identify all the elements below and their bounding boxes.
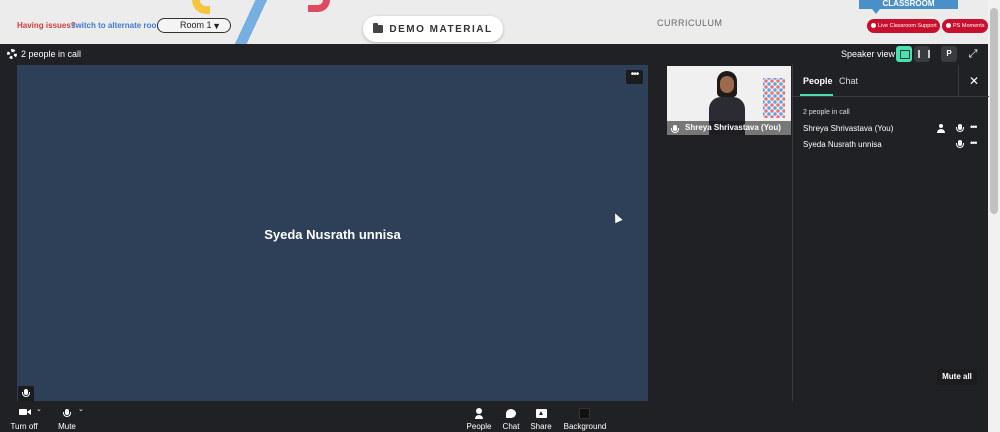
mute-label: Mute <box>58 422 76 431</box>
pin-icon[interactable] <box>936 124 946 134</box>
top-bar: Having issues? switch to alternate room … <box>0 0 988 44</box>
participant-name: Shreya Shrivastava (You) <box>803 124 894 133</box>
people-in-call-count: 2 people in call <box>21 49 82 59</box>
chat-label: Chat <box>502 422 520 431</box>
participants-panel: People Chat ✕ 2 people in call Shreya Sh… <box>792 65 989 401</box>
background-pattern <box>763 78 785 118</box>
camera-label: Turn off <box>10 422 38 431</box>
self-name: Shreya Shrivastava (You) <box>685 123 781 132</box>
decorative-shape <box>308 0 330 12</box>
mouse-cursor-icon <box>611 211 623 224</box>
participant-mic-button[interactable] <box>955 124 965 134</box>
live-support-label: Live Classroom Support <box>878 23 937 29</box>
alternate-room-link[interactable]: switch to alternate room <box>71 21 163 30</box>
folder-icon <box>373 23 384 33</box>
call-controls-bar: Turn off ⌄ Mute ⌄ People Chat Share Back… <box>0 401 988 432</box>
share-label: Share <box>530 422 552 431</box>
mic-icon <box>22 389 30 397</box>
participant-row[interactable]: Shreya Shrivastava (You) ••• <box>803 122 983 136</box>
classroom-tab[interactable]: CLASSROOM <box>859 0 958 9</box>
room-select[interactable]: Room 1 ▼ <box>157 18 231 33</box>
video-call: 2 people in call Speaker view P ⤢ Syeda … <box>0 44 989 432</box>
gear-icon[interactable] <box>7 49 17 59</box>
tab-people[interactable]: People <box>803 76 833 86</box>
participant-name: Syeda Nusrath unnisa <box>803 140 882 149</box>
mic-icon <box>63 409 71 417</box>
room-select-value: Room 1 <box>180 20 212 30</box>
active-tab-indicator <box>800 94 833 96</box>
scrollbar-thumb[interactable] <box>990 8 998 214</box>
share-screen-icon <box>536 409 547 418</box>
panel-people-count: 2 people in call <box>803 109 850 116</box>
grid-view-button[interactable] <box>914 46 930 62</box>
ps-moments-label: PS Moments <box>953 23 985 29</box>
background-icon <box>579 408 590 419</box>
demo-material-label: DEMO MATERIAL <box>389 23 493 35</box>
call-header: 2 people in call Speaker view P ⤢ <box>0 44 988 64</box>
close-icon[interactable]: ✕ <box>958 65 989 97</box>
more-options-button[interactable]: ••• <box>626 70 643 84</box>
mic-icon <box>671 125 679 133</box>
decorative-shape <box>232 0 270 44</box>
curriculum-link[interactable]: CURRICULUM <box>657 18 723 28</box>
decorative-shape <box>192 0 210 14</box>
mic-icon <box>956 124 964 132</box>
speaker-mic-indicator <box>18 386 34 401</box>
camera-options-chevron-icon[interactable]: ⌄ <box>36 405 42 413</box>
participant-mic-button[interactable] <box>955 140 965 150</box>
moments-icon <box>946 23 951 28</box>
speaker-name: Syeda Nusrath unnisa <box>264 227 401 242</box>
ps-moments-button[interactable]: PS Moments <box>942 19 988 33</box>
issues-label: Having issues? <box>17 21 76 30</box>
demo-material-button[interactable]: DEMO MATERIAL <box>363 16 503 42</box>
fullscreen-icon[interactable]: ⤢ <box>966 47 980 61</box>
page-scrollbar[interactable] <box>988 0 1000 432</box>
live-support-button[interactable]: Live Classroom Support <box>867 19 940 33</box>
chat-icon <box>506 409 516 418</box>
people-label: People <box>466 422 492 431</box>
profile-button[interactable]: P <box>941 46 957 62</box>
tab-chat[interactable]: Chat <box>839 76 858 86</box>
mute-all-button[interactable]: Mute all <box>937 369 977 385</box>
speaker-view-label: Speaker view <box>841 49 896 59</box>
self-video-tile[interactable]: Shreya Shrivastava (You) <box>667 66 791 135</box>
classroom-tab-pointer <box>872 9 880 14</box>
participant-more-icon[interactable]: ••• <box>970 138 980 148</box>
camera-icon <box>19 409 27 415</box>
mic-options-chevron-icon[interactable]: ⌄ <box>78 405 84 413</box>
people-icon <box>475 408 483 419</box>
background-label: Background <box>563 422 607 431</box>
panel-tabs: People Chat ✕ <box>793 65 989 97</box>
main-speaker-stage: Syeda Nusrath unnisa ••• <box>17 65 648 401</box>
participant-row[interactable]: Syeda Nusrath unnisa ••• <box>803 138 983 152</box>
support-icon <box>871 23 876 28</box>
caret-down-icon: ▼ <box>212 21 221 31</box>
participant-more-icon[interactable]: ••• <box>970 122 980 132</box>
mic-icon <box>956 140 964 148</box>
speaker-view-button[interactable] <box>896 46 912 62</box>
